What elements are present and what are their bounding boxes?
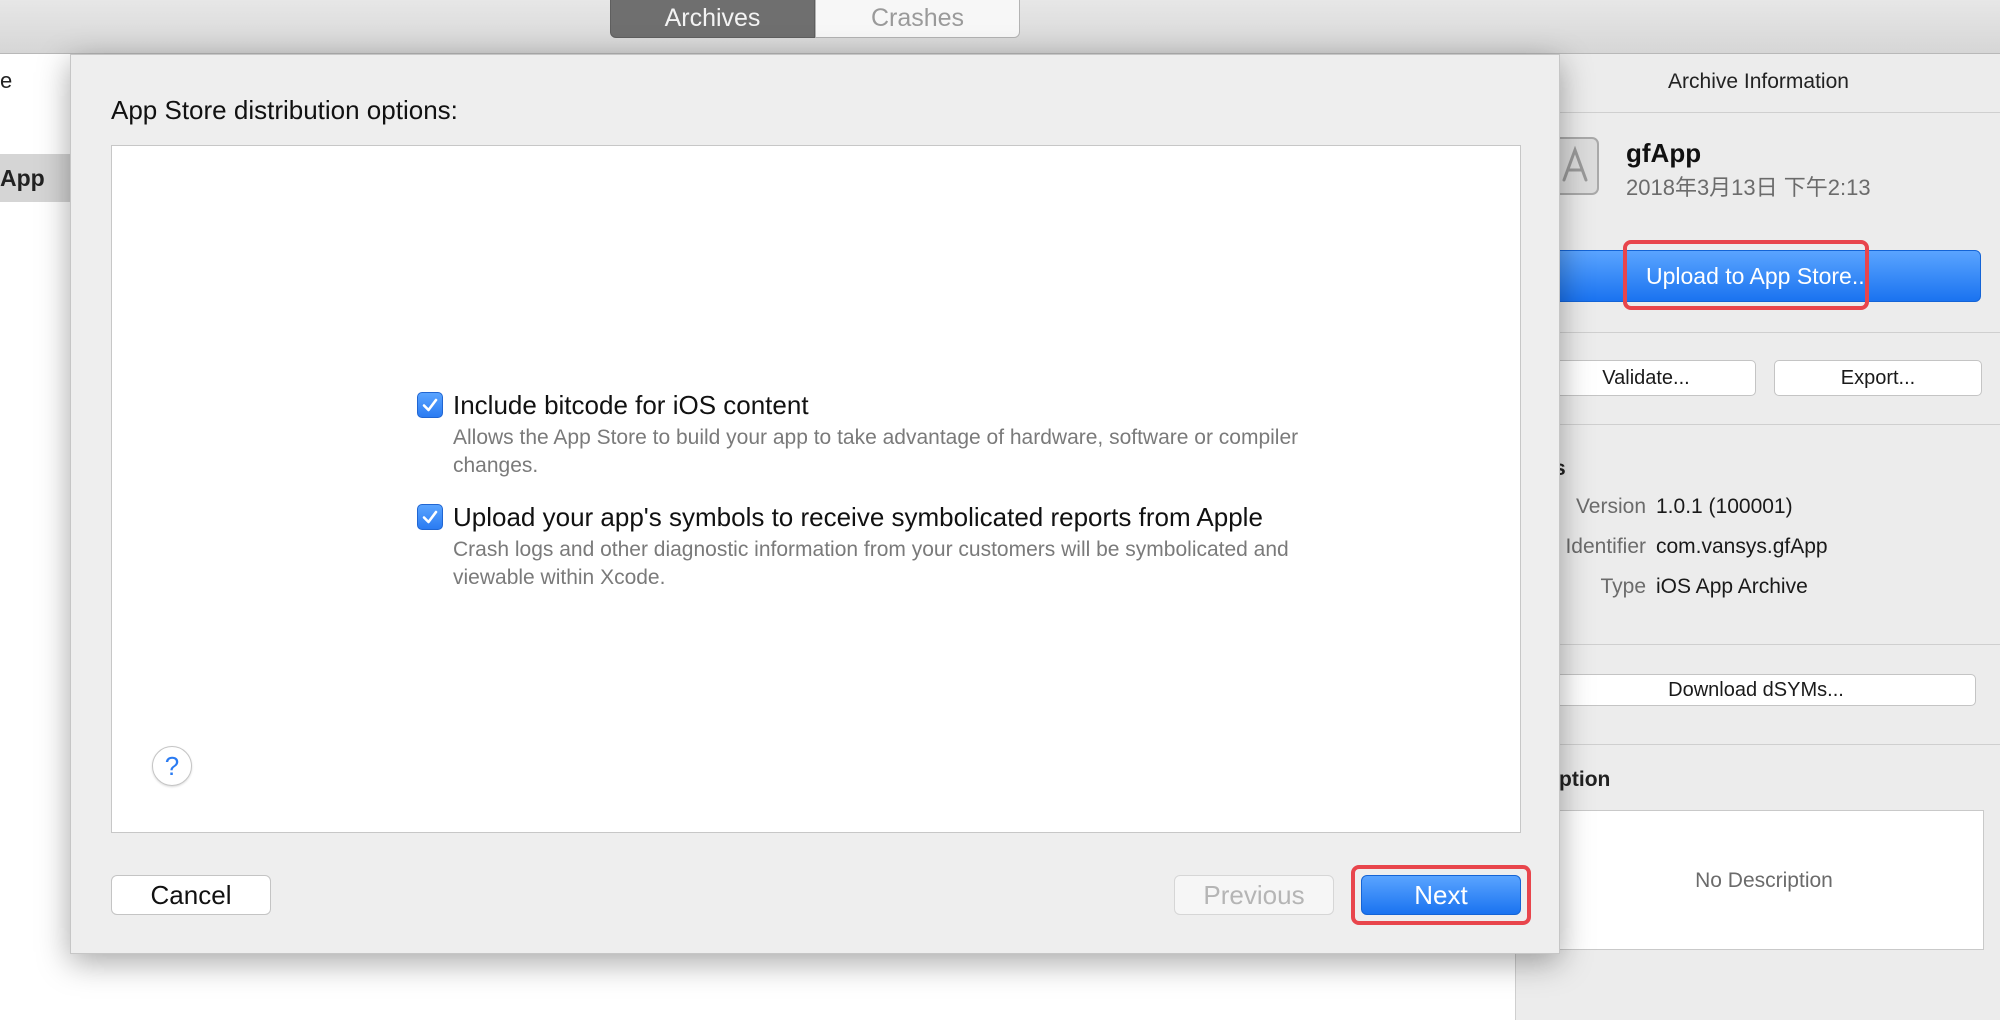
symbols-label[interactable]: Upload your app's symbols to receive sym… bbox=[453, 502, 1263, 533]
tab-archives[interactable]: Archives bbox=[610, 0, 815, 38]
previous-button[interactable]: Previous bbox=[1174, 875, 1334, 915]
detail-value-type: iOS App Archive bbox=[1656, 575, 1808, 598]
cancel-button[interactable]: Cancel bbox=[111, 875, 271, 915]
checkmark-icon bbox=[422, 510, 438, 524]
symbols-checkbox[interactable] bbox=[417, 504, 443, 530]
organizer-tab-control: Archives Crashes bbox=[610, 0, 1020, 38]
archive-list: e App bbox=[0, 54, 70, 1020]
inspector-header: Archive Information bbox=[1516, 54, 2000, 113]
checkmark-icon bbox=[422, 398, 438, 412]
inspector-title: Archive Information bbox=[1668, 70, 1849, 93]
divider bbox=[1516, 332, 2000, 333]
highlight-next-box bbox=[1351, 865, 1531, 925]
options-panel: Include bitcode for iOS content Allows t… bbox=[111, 145, 1521, 833]
window-toolbar: Archives Crashes bbox=[0, 0, 2000, 54]
list-item[interactable]: e bbox=[0, 68, 12, 94]
archive-inspector: Archive Information gfApp 2018年3月13日 下午2… bbox=[1510, 54, 2000, 1020]
validate-button[interactable]: Validate... bbox=[1536, 360, 1756, 396]
distribution-options-sheet: App Store distribution options: Include … bbox=[70, 54, 1560, 954]
bitcode-description: Allows the App Store to build your app t… bbox=[453, 426, 1299, 477]
list-item-selected[interactable]: App bbox=[0, 154, 70, 202]
description-box[interactable]: No Description bbox=[1544, 810, 1984, 950]
description-placeholder: No Description bbox=[1695, 869, 1833, 892]
app-name: gfApp bbox=[1626, 138, 1702, 168]
divider bbox=[1516, 744, 2000, 745]
detail-value-version: 1.0.1 (100001) bbox=[1656, 495, 1793, 518]
divider bbox=[1516, 424, 2000, 425]
detail-value-identifier: com.vansys.gfApp bbox=[1656, 535, 1828, 558]
export-button[interactable]: Export... bbox=[1774, 360, 1982, 396]
bitcode-label[interactable]: Include bitcode for iOS content bbox=[453, 390, 809, 421]
divider bbox=[1516, 644, 2000, 645]
tab-crashes[interactable]: Crashes bbox=[815, 0, 1020, 38]
highlight-upload-box bbox=[1623, 240, 1869, 310]
bitcode-checkbox[interactable] bbox=[417, 392, 443, 418]
symbols-description: Crash logs and other diagnostic informat… bbox=[453, 538, 1289, 589]
archive-date: 2018年3月13日 下午2:13 bbox=[1626, 175, 1871, 200]
download-dsyms-button[interactable]: Download dSYMs... bbox=[1536, 674, 1976, 706]
help-button[interactable]: ? bbox=[152, 746, 192, 786]
sheet-title: App Store distribution options: bbox=[111, 95, 458, 125]
